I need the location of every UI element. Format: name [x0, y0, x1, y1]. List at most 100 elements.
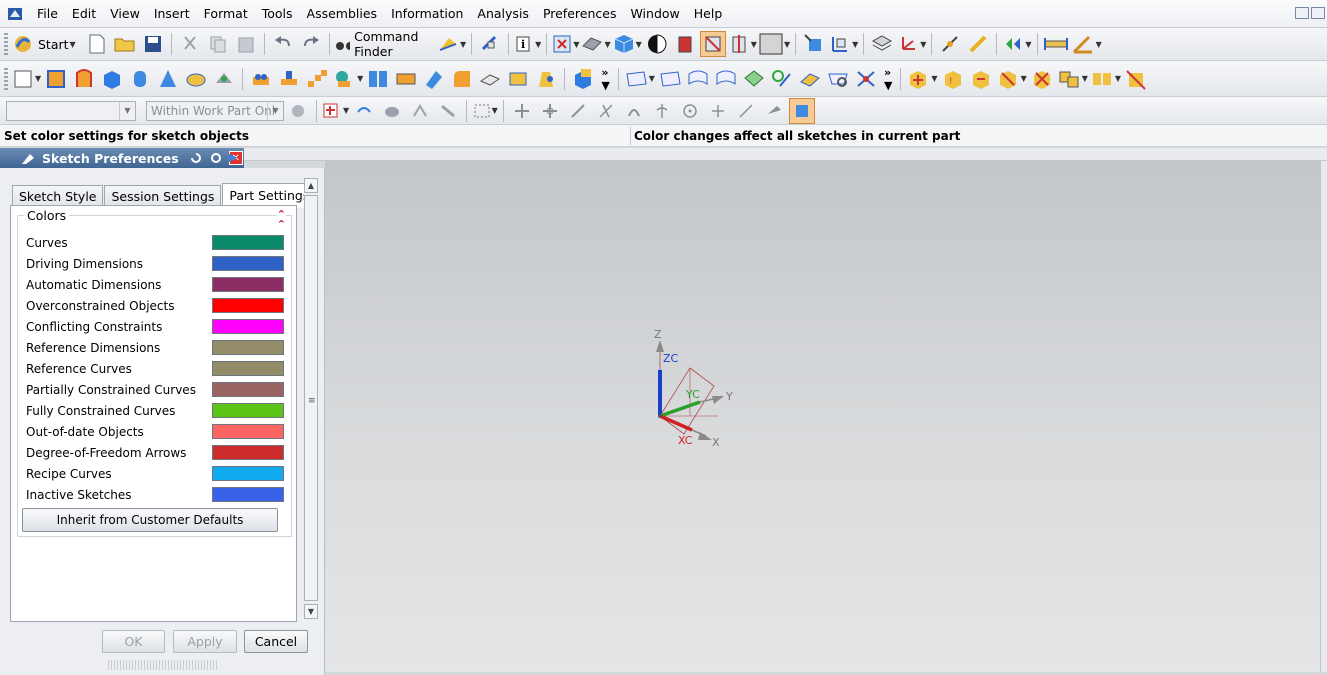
graphics-scrollbar[interactable]	[1320, 161, 1327, 672]
color-swatch[interactable]	[212, 340, 284, 355]
menu-view[interactable]: View	[103, 0, 147, 28]
book-icon[interactable]	[365, 66, 391, 92]
reposition-icon[interactable]	[1029, 66, 1055, 92]
tab-session-settings[interactable]: Session Settings	[104, 185, 222, 207]
filter-icon[interactable]	[285, 98, 311, 124]
start-button[interactable]: Start ▼	[12, 31, 82, 57]
inherit-defaults-button[interactable]: Inherit from Customer Defaults	[22, 508, 278, 532]
boss-icon[interactable]	[248, 66, 274, 92]
cancel-button[interactable]: Cancel	[244, 630, 308, 653]
dialog-scrollbar[interactable]: ▲ ≡ ▼	[304, 178, 318, 620]
snap-tangent-icon[interactable]	[621, 98, 647, 124]
info-icon[interactable]: i ▼	[514, 31, 541, 57]
snap-endpoint-icon[interactable]	[509, 98, 535, 124]
replace-component-icon[interactable]	[968, 66, 994, 92]
n-sided-icon[interactable]	[797, 66, 823, 92]
surface-2-icon[interactable]	[657, 66, 683, 92]
hole-icon[interactable]	[211, 66, 237, 92]
menu-edit[interactable]: Edit	[65, 0, 103, 28]
cylinder-icon[interactable]	[127, 66, 153, 92]
swept-icon[interactable]	[769, 66, 795, 92]
minimize-button[interactable]	[1295, 7, 1309, 19]
cone-icon[interactable]	[155, 66, 181, 92]
restore-button[interactable]	[1311, 7, 1325, 19]
resize-grip[interactable]	[108, 660, 218, 670]
wcs-icon[interactable]: ▼	[829, 31, 858, 57]
snap-line-icon[interactable]	[565, 98, 591, 124]
scroll-down-icon[interactable]: ▼	[304, 604, 318, 619]
touch-mode-icon[interactable]: ▼	[437, 31, 466, 57]
snap-icon[interactable]	[937, 31, 963, 57]
tab-sketch-style[interactable]: Sketch Style	[12, 185, 104, 207]
csys-icon[interactable]: ▼	[897, 31, 926, 57]
tools-icon[interactable]	[965, 31, 991, 57]
scroll-track[interactable]: ≡	[304, 195, 318, 601]
measure-distance-icon[interactable]	[1043, 31, 1069, 57]
color-swatch[interactable]	[212, 319, 284, 334]
chamfer-icon[interactable]	[477, 66, 503, 92]
arrow-icon[interactable]	[351, 98, 377, 124]
nx-app-icon[interactable]	[6, 5, 24, 23]
color-swatch[interactable]	[212, 277, 284, 292]
menu-insert[interactable]: Insert	[147, 0, 197, 28]
cut-icon[interactable]	[177, 31, 203, 57]
color-swatch[interactable]	[212, 256, 284, 271]
scope-select[interactable]: Within Work Part Onl ▼	[146, 100, 284, 121]
color-swatch[interactable]	[212, 382, 284, 397]
curve-rule-icon[interactable]	[407, 98, 433, 124]
edge-blend-icon[interactable]	[449, 66, 475, 92]
graphics-window[interactable]	[325, 161, 1320, 672]
snap-midpoint-icon[interactable]	[537, 98, 563, 124]
color-swatch[interactable]	[212, 445, 284, 460]
command-finder-button[interactable]: Command Finder	[335, 29, 435, 59]
color-swatch[interactable]	[212, 466, 284, 481]
edit-section-icon[interactable]: ▼	[728, 31, 757, 57]
measure-angle-icon[interactable]: ▼	[1071, 31, 1102, 57]
draft-icon[interactable]	[533, 66, 559, 92]
menu-analysis[interactable]: Analysis	[470, 0, 536, 28]
disc-icon[interactable]	[379, 98, 405, 124]
reset-icon[interactable]	[189, 151, 203, 165]
clip-section-icon[interactable]	[699, 31, 726, 57]
layer-icon[interactable]	[869, 31, 895, 57]
face-rule-icon[interactable]	[435, 98, 461, 124]
exploded-view-icon[interactable]: ▼	[1090, 66, 1121, 92]
pad-icon[interactable]	[276, 66, 302, 92]
mate-component-icon[interactable]: ▼	[996, 66, 1027, 92]
paste-icon[interactable]	[233, 31, 259, 57]
shaded-icon[interactable]: ▼	[581, 31, 611, 57]
revolve-icon[interactable]	[71, 66, 97, 92]
gear-icon[interactable]	[209, 151, 223, 165]
surface-1-icon[interactable]: ▼	[624, 66, 655, 92]
toolbar-grip[interactable]	[4, 67, 8, 90]
slot-icon[interactable]	[421, 66, 447, 92]
more-icon[interactable]: » ▼	[884, 66, 892, 92]
fit-view-icon[interactable]: ▼	[552, 31, 579, 57]
color-swatch[interactable]	[212, 424, 284, 439]
offset-surface-icon[interactable]	[853, 66, 879, 92]
resource-splitter[interactable]	[244, 148, 1327, 161]
snap-on-curve-icon[interactable]	[733, 98, 759, 124]
save-icon[interactable]	[140, 31, 166, 57]
section-view-icon[interactable]	[672, 31, 698, 57]
open-icon[interactable]	[112, 31, 138, 57]
chevron-right-icon[interactable]: ▶	[228, 150, 237, 164]
snap-perp-icon[interactable]	[649, 98, 675, 124]
extrude-icon[interactable]	[43, 66, 69, 92]
groove-icon[interactable]	[393, 66, 419, 92]
menu-help[interactable]: Help	[687, 0, 730, 28]
copy-icon[interactable]	[205, 31, 231, 57]
menu-information[interactable]: Information	[384, 0, 470, 28]
trim-body-icon[interactable]	[570, 66, 596, 92]
new-icon[interactable]	[84, 31, 110, 57]
snap-point-plus-icon[interactable]	[705, 98, 731, 124]
select-features-icon[interactable]	[789, 97, 816, 124]
more-icon[interactable]: » ▼	[601, 66, 609, 92]
wave-link-icon[interactable]	[477, 31, 503, 57]
ok-button[interactable]: OK	[102, 630, 165, 653]
select-box-icon[interactable]: ▼	[472, 98, 498, 124]
clearance-icon[interactable]	[1123, 66, 1149, 92]
menu-preferences[interactable]: Preferences	[536, 0, 624, 28]
scroll-up-icon[interactable]: ▲	[304, 178, 318, 193]
apply-button[interactable]: Apply	[173, 630, 237, 653]
